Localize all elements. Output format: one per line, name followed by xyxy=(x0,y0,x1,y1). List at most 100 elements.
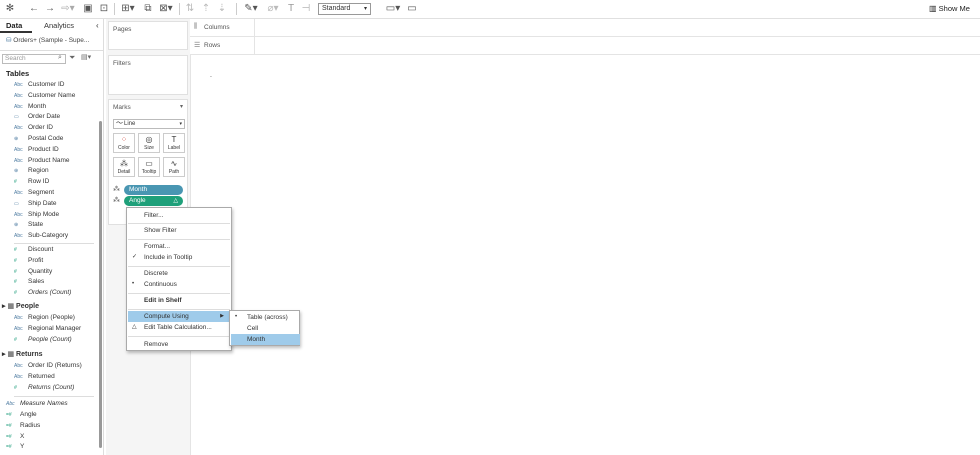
field-label: Order ID (Returns) xyxy=(28,362,82,369)
datasource-item[interactable]: ⛁ Orders+ (Sample - Supe... xyxy=(6,36,89,44)
field-item[interactable]: Abc Month xyxy=(14,102,46,112)
field-item[interactable]: Abc Order ID (Returns) xyxy=(14,361,82,371)
view-options-icon[interactable]: ▤▾ xyxy=(81,53,91,61)
table-icon: ▦ xyxy=(7,351,15,358)
submenu-item-table-across[interactable]: • Table (across) xyxy=(231,312,300,323)
menu-item-remove[interactable]: Remove xyxy=(128,339,230,350)
detail-mark-icon: ⁂ xyxy=(113,186,120,193)
field-item[interactable]: Abc Product Name xyxy=(14,156,70,166)
color-button[interactable]: ⁘ Color xyxy=(113,133,135,153)
menu-item-edit-table-calculation[interactable]: △ Edit Table Calculation... xyxy=(128,322,230,333)
detail-button[interactable]: ⁂ Detail xyxy=(113,157,135,177)
number-type-icon: # xyxy=(14,179,17,186)
field-item[interactable]: Abc Region (People) xyxy=(14,313,75,323)
replay-icon[interactable]: ⇨▾ xyxy=(60,3,76,15)
labels-icon[interactable]: T xyxy=(286,3,296,15)
menu-item-edit-in-shelf[interactable]: Edit in Shelf xyxy=(128,295,230,306)
fix-axes-icon[interactable]: ⊣ xyxy=(300,3,312,15)
collapse-pane-icon[interactable]: ‹ xyxy=(96,21,99,30)
field-item[interactable]: # Discount xyxy=(14,245,53,255)
field-item[interactable]: Abc Ship Mode xyxy=(14,210,59,220)
tab-data[interactable]: Data xyxy=(6,21,22,30)
field-item[interactable]: =# Radius xyxy=(6,421,40,431)
field-item[interactable]: # People (Count) xyxy=(14,335,72,345)
returns-table-header[interactable]: ▸ ▦ Returns xyxy=(2,350,43,360)
search-input[interactable]: Search xyxy=(2,54,66,64)
scrollbar[interactable] xyxy=(99,121,102,448)
field-item[interactable]: Abc Product ID xyxy=(14,145,59,155)
field-item[interactable]: # Profit xyxy=(14,256,43,266)
undo-icon[interactable]: ← xyxy=(28,3,40,15)
new-datasource-icon[interactable]: ⊡ xyxy=(98,3,110,15)
path-button[interactable]: ∿ Path xyxy=(163,157,185,177)
field-item[interactable]: # Row ID xyxy=(14,177,49,187)
presentation-mode-icon[interactable]: ▭ xyxy=(406,3,418,15)
show-cards-icon[interactable]: ▭▾ xyxy=(384,3,402,15)
filters-card[interactable]: Filters xyxy=(108,55,188,95)
menu-item-label: Cell xyxy=(247,325,259,332)
menu-item-compute-using[interactable]: Compute Using ▶ xyxy=(128,311,230,322)
menu-item-continuous[interactable]: • Continuous xyxy=(128,279,230,290)
menu-item-include-in-tooltip[interactable]: ✓ Include in Tooltip xyxy=(128,252,230,263)
menu-item-show-filter[interactable]: Show Filter xyxy=(128,225,230,236)
swap-icon[interactable]: ⇅ xyxy=(184,3,196,15)
fit-select[interactable]: Standard ▾ xyxy=(318,3,371,15)
field-item[interactable]: ⊕ State xyxy=(14,220,43,230)
field-item[interactable]: =# X xyxy=(6,432,24,442)
field-item[interactable]: ⊕ Postal Code xyxy=(14,134,63,144)
field-item[interactable]: Abc Customer Name xyxy=(14,91,75,101)
sort-descending-icon[interactable]: ⇣ xyxy=(216,3,228,15)
angle-pill[interactable]: Angle △ xyxy=(124,196,183,206)
group-icon[interactable]: ⌀▾ xyxy=(264,3,282,15)
pages-card[interactable]: Pages xyxy=(108,21,188,50)
submenu-item-cell[interactable]: Cell xyxy=(231,323,300,334)
menu-item-discrete[interactable]: Discrete xyxy=(128,268,230,279)
submenu-item-month[interactable]: Month xyxy=(231,334,300,345)
columns-icon: ⫼ xyxy=(194,23,198,30)
tooltip-button[interactable]: ▭ Tooltip xyxy=(138,157,160,177)
filters-title: Filters xyxy=(113,60,131,67)
field-item[interactable]: # Sales xyxy=(14,277,44,287)
marks-title: Marks xyxy=(113,104,131,111)
field-item[interactable]: =# Y xyxy=(6,442,24,452)
redo-icon[interactable]: → xyxy=(44,3,56,15)
number-type-icon: # xyxy=(14,279,17,286)
field-item[interactable]: Abc Segment xyxy=(14,188,54,198)
label-button[interactable]: T Label xyxy=(163,133,185,153)
save-icon[interactable]: ▣ xyxy=(82,3,94,15)
view-canvas[interactable]: . xyxy=(190,55,980,455)
duplicate-sheet-icon[interactable]: ⧉ xyxy=(142,3,154,15)
month-pill[interactable]: Month xyxy=(124,185,183,195)
rows-shelf[interactable]: ☰ Rows xyxy=(190,37,980,55)
measure-names-field[interactable]: Abc Measure Names xyxy=(6,399,68,409)
field-item[interactable]: # Returns (Count) xyxy=(14,383,74,393)
columns-shelf[interactable]: ⫼ Columns xyxy=(190,19,980,37)
field-item[interactable]: ▭ Order Date xyxy=(14,112,60,122)
filter-icon[interactable]: ⏷ xyxy=(69,53,75,63)
field-item[interactable]: # Orders (Count) xyxy=(14,288,71,298)
field-item[interactable]: # Quantity xyxy=(14,267,52,277)
field-item[interactable]: Abc Customer ID xyxy=(14,80,64,90)
field-item[interactable]: ▭ Ship Date xyxy=(14,199,57,209)
highlight-icon[interactable]: ✎▾ xyxy=(242,3,260,15)
menu-item-filter[interactable]: Filter... xyxy=(128,210,230,221)
mark-type-select[interactable]: 〜 Line ▾ xyxy=(113,119,185,129)
string-type-icon: Abc xyxy=(14,190,23,196)
show-me-button[interactable]: ▥ Show Me xyxy=(929,3,970,15)
field-item[interactable]: ⊕ Region xyxy=(14,166,49,176)
field-item[interactable]: Abc Regional Manager xyxy=(14,324,81,334)
field-item[interactable]: Abc Sub-Category xyxy=(14,231,68,241)
people-table-header[interactable]: ▸ ▦ People xyxy=(2,302,39,312)
tableau-logo-icon[interactable]: ✻ xyxy=(4,3,16,15)
tab-analytics[interactable]: Analytics xyxy=(44,21,74,30)
menu-item-format[interactable]: Format... xyxy=(128,241,230,252)
number-type-icon: # xyxy=(14,385,17,391)
marks-menu-icon[interactable]: ▾ xyxy=(180,103,183,110)
field-item[interactable]: Abc Order ID xyxy=(14,123,53,133)
field-item[interactable]: =# Angle xyxy=(6,410,37,420)
size-button[interactable]: ◎ Size xyxy=(138,133,160,153)
clear-sheet-icon[interactable]: ⊠▾ xyxy=(157,3,175,15)
sort-ascending-icon[interactable]: ⇡ xyxy=(200,3,212,15)
new-worksheet-icon[interactable]: ⊞▾ xyxy=(120,3,136,15)
field-item[interactable]: Abc Returned xyxy=(14,372,55,382)
